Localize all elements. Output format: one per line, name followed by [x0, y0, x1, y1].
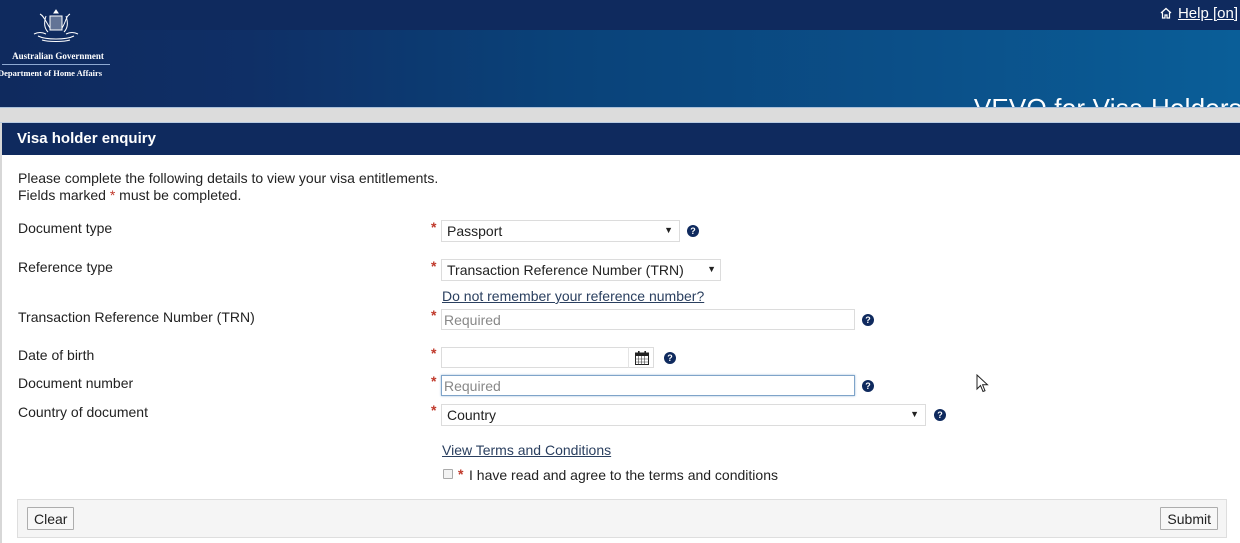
required-marker: *	[431, 345, 437, 361]
country-select[interactable]: Country ▼	[441, 404, 926, 426]
form-actions-bar: Clear Submit	[17, 499, 1227, 538]
country-of-document-label: Country of document	[18, 404, 148, 420]
help-toggle[interactable]: Help [on]	[1160, 5, 1238, 22]
header-banner: VEVO for Visa Holders	[0, 30, 1240, 123]
date-of-birth-input[interactable]	[441, 347, 629, 368]
required-marker: *	[431, 258, 437, 274]
trn-label: Transaction Reference Number (TRN)	[18, 309, 255, 325]
submit-button[interactable]: Submit	[1160, 507, 1218, 530]
date-of-birth-label: Date of birth	[18, 347, 95, 363]
help-icon[interactable]: ?	[862, 314, 874, 326]
agree-terms-checkbox[interactable]	[443, 469, 453, 479]
chevron-down-icon: ▼	[707, 264, 716, 274]
required-marker: *	[458, 466, 464, 482]
header-separator	[0, 107, 1240, 123]
intro-text: Please complete the following details to…	[18, 170, 438, 204]
clear-button[interactable]: Clear	[27, 507, 75, 530]
agree-terms-label[interactable]: I have read and agree to the terms and c…	[469, 467, 778, 483]
document-number-label: Document number	[18, 375, 134, 391]
document-type-value: Passport	[447, 223, 503, 239]
calendar-icon	[635, 351, 649, 365]
document-type-label: Document type	[18, 220, 113, 236]
reference-type-value: Transaction Reference Number (TRN)	[447, 262, 684, 278]
document-number-input[interactable]: Required	[441, 375, 855, 396]
home-icon	[1160, 7, 1172, 19]
chevron-down-icon: ▼	[664, 225, 673, 235]
government-logo[interactable]: Australian Government Department of Home…	[0, 6, 112, 80]
reference-type-label: Reference type	[18, 259, 113, 275]
country-value: Country	[447, 407, 497, 423]
coat-of-arms-icon	[33, 9, 79, 42]
required-marker: *	[431, 307, 437, 323]
help-icon[interactable]: ?	[664, 352, 676, 364]
reference-type-select[interactable]: Transaction Reference Number (TRN) ▼	[441, 259, 721, 281]
mouse-cursor-icon	[976, 374, 989, 393]
intro-line-2: Fields marked * must be completed.	[18, 187, 438, 204]
intro-suffix: must be completed.	[115, 187, 242, 203]
logo-government-text: Australian Government	[12, 51, 104, 61]
panel-title: Visa holder enquiry	[2, 123, 1240, 155]
logo-divider	[2, 64, 110, 65]
help-icon[interactable]: ?	[862, 380, 874, 392]
date-picker-button[interactable]	[628, 347, 654, 368]
required-marker: *	[431, 402, 437, 418]
view-terms-link[interactable]: View Terms and Conditions	[442, 442, 611, 458]
visa-enquiry-panel: Visa holder enquiry Please complete the …	[0, 123, 1240, 543]
help-icon[interactable]: ?	[687, 225, 699, 237]
document-type-select[interactable]: Passport ▼	[441, 220, 680, 242]
required-marker: *	[431, 373, 437, 389]
required-marker: *	[431, 219, 437, 235]
help-link[interactable]: Help [on]	[1178, 5, 1238, 22]
trn-input[interactable]: Required	[441, 309, 855, 330]
intro-prefix: Fields marked	[18, 187, 110, 203]
help-icon[interactable]: ?	[934, 409, 946, 421]
logo-department-text: Department of Home Affairs	[0, 68, 103, 78]
intro-line-1: Please complete the following details to…	[18, 170, 439, 186]
forgot-reference-link[interactable]: Do not remember your reference number?	[442, 288, 704, 304]
top-bar: Help [on]	[0, 0, 1240, 30]
chevron-down-icon: ▼	[910, 409, 919, 419]
